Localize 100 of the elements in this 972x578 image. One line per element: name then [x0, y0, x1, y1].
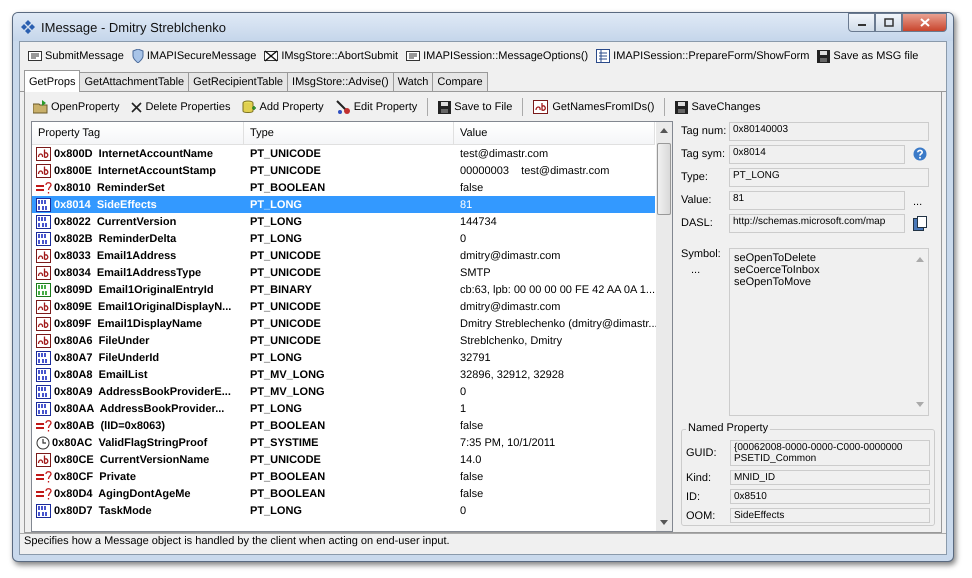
property-row[interactable]: 0x80AA AddressBookProvider... PT_LONG 1	[32, 400, 655, 417]
toolbar-button[interactable]: IMAPISession::MessageOptions()	[404, 48, 590, 64]
property-row[interactable]: 0x80A8 EmailList PT_MV_LONG 32896, 32912, 32928	[32, 366, 655, 383]
property-row[interactable]: 0x800D InternetAccountName PT_UNICODE test@dimastr.com	[32, 145, 655, 162]
property-row[interactable]: 0x809D Email1OriginalEntryId PT_BINARY cb:63, lpb: 00 00 00 00 FE 42 AA 0A 1...	[32, 281, 655, 298]
scrollbar[interactable]	[656, 122, 672, 531]
property-value: test@dimastr.com	[459, 148, 550, 160]
scrollbar-thumb[interactable]	[657, 143, 671, 215]
read-only-field[interactable]: SideEffects	[730, 508, 930, 523]
property-row[interactable]: 0x80CF Private PT_BOOLEAN false	[32, 468, 655, 485]
property-tag: 0x809E Email1OriginalDisplayN...	[54, 300, 232, 312]
scroll-up-icon[interactable]	[660, 128, 668, 133]
column-header[interactable]: Value	[454, 122, 655, 144]
property-row[interactable]: 0x809E Email1OriginalDisplayN... PT_UNICODE dmitry@dimastr.com	[32, 298, 655, 315]
column-header[interactable]: Property Tag	[32, 122, 244, 144]
binary-digits-icon	[36, 282, 52, 296]
toolbar-button[interactable]: Save to File	[436, 98, 514, 116]
toolbar-button[interactable]: IMAPISecureMessage	[130, 47, 258, 65]
binary-digits-icon	[36, 504, 52, 518]
property-tag: 0x80CF Private	[54, 470, 136, 482]
property-tag: 0x809D Email1OriginalEntryId	[54, 284, 214, 296]
property-row[interactable]: 0x80AC ValidFlagStringProof PT_SYSTIME 7:35 PM, 10/1/2011	[32, 434, 655, 451]
property-value: 81	[459, 198, 474, 210]
property-value: 00000003 test@dimastr.com	[459, 164, 610, 176]
property-tag: 0x8033 Email1Address	[54, 250, 176, 262]
property-row[interactable]: 0x8033 Email1Address PT_UNICODE dmitry@dimastr.com	[32, 247, 655, 264]
maximize-button[interactable]	[875, 13, 902, 32]
toolbar-button[interactable]: IMAPISession::PrepareForm/ShowForm	[594, 47, 812, 65]
property-row[interactable]: 0x80A7 FileUnderId PT_LONG 32791	[32, 349, 655, 366]
tab[interactable]: Compare	[432, 72, 488, 91]
field-label: Type:	[681, 171, 709, 183]
field-label: OOM:	[686, 510, 716, 522]
toolbar-button[interactable]: SaveChanges	[673, 98, 763, 116]
property-row[interactable]: 0x8010 ReminderSet PT_BOOLEAN false	[32, 179, 655, 196]
read-only-field[interactable]: MNID_ID	[730, 470, 930, 485]
toolbar-button[interactable]: IMsgStore::AbortSubmit	[262, 48, 400, 64]
read-only-field[interactable]: 0x8510	[730, 489, 930, 504]
property-tag: 0x8034 Email1AddressType	[54, 266, 202, 278]
property-value: false	[459, 488, 484, 500]
property-value: dmitry@dimastr.com	[459, 300, 562, 312]
toolbar-button[interactable]: Add Property	[240, 98, 326, 116]
more-button[interactable]: ...	[681, 264, 729, 276]
scroll-down-icon[interactable]	[660, 520, 668, 525]
property-type: PT_MV_LONG	[249, 386, 326, 398]
tab[interactable]: GetAttachmentTable	[79, 72, 190, 91]
tab[interactable]: IMsgStore::Advise()	[287, 72, 394, 91]
property-value: dmitry@dimastr.com	[459, 250, 562, 262]
symbol-text: seCoerceToInbox	[734, 264, 821, 276]
read-only-field[interactable]: http://schemas.microsoft.com/map	[729, 214, 905, 232]
toolbar-button[interactable]: GetNamesFromIDs()	[531, 98, 656, 116]
help-icon[interactable]	[913, 147, 927, 161]
toolbar-button[interactable]: SubmitMessage	[26, 48, 126, 64]
more-button[interactable]: ...	[913, 196, 922, 208]
read-only-field[interactable]: 0x80140003	[729, 122, 929, 140]
property-value: 144734	[459, 216, 498, 228]
toolbar-button[interactable]: Edit Property	[334, 98, 420, 116]
property-type: PT_UNICODE	[249, 266, 322, 278]
property-row[interactable]: 0x80D4 AgingDontAgeMe PT_BOOLEAN false	[32, 485, 655, 502]
close-button[interactable]	[902, 13, 947, 32]
field-label: Value:	[681, 194, 712, 206]
property-row[interactable]: 0x802B ReminderDelta PT_LONG 0	[32, 230, 655, 247]
property-value: Dmitry Streblechenko (dmitry@dimastr...	[459, 318, 658, 330]
column-header[interactable]: Type	[244, 122, 454, 144]
property-row[interactable]: 0x80D7 TaskMode PT_LONG 0	[32, 502, 655, 519]
ab-icon	[36, 146, 52, 160]
property-value: 0	[459, 232, 468, 244]
property-row[interactable]: 0x80CE CurrentVersionName PT_UNICODE 14.0	[32, 451, 655, 468]
window-title: IMessage - Dmitry Streblchenko	[41, 20, 227, 34]
toolbar-button[interactable]: Save as MSG file	[815, 48, 920, 64]
property-tag: 0x80D7 TaskMode	[54, 504, 152, 516]
read-only-field[interactable]: {00062008-0000-0000-C000-0000000 PSETID_Common	[730, 440, 930, 466]
read-only-field[interactable]: PT_LONG	[729, 168, 929, 186]
property-tag: 0x80A7 FileUnderId	[54, 352, 160, 364]
property-row[interactable]: 0x80A9 AddressBookProviderE... PT_MV_LONG 0	[32, 383, 655, 400]
toolbar-button[interactable]: Delete Properties	[129, 99, 232, 115]
property-type: PT_UNICODE	[249, 454, 322, 466]
message-icon	[406, 50, 420, 62]
binary-digits-icon	[36, 232, 52, 246]
read-only-field[interactable]: 81	[729, 190, 905, 210]
property-row[interactable]: 0x8034 Email1AddressType PT_UNICODE SMTP	[32, 264, 655, 281]
property-row[interactable]: 0x800E InternetAccountStamp PT_UNICODE 00000003 test@dimastr.com	[32, 162, 655, 179]
property-row[interactable]: 0x80AB (lID=0x8063) PT_BOOLEAN false	[32, 417, 655, 434]
read-only-field[interactable]: 0x8014	[729, 144, 905, 164]
minimize-button[interactable]	[848, 13, 875, 32]
tab[interactable]: Watch	[392, 72, 434, 91]
binary-digits-icon	[36, 214, 52, 228]
toolbar-button[interactable]: OpenProperty	[31, 98, 122, 116]
property-tag: 0x80A6 FileUnder	[54, 334, 150, 346]
property-row[interactable]: 0x8022 CurrentVersion PT_LONG 144734	[32, 213, 655, 230]
tab[interactable]: GetProps	[24, 70, 80, 92]
clipboard-icon[interactable]	[913, 216, 927, 230]
ab-icon	[36, 300, 52, 314]
property-value: 1	[459, 402, 468, 414]
property-row[interactable]: 0x80A6 FileUnder PT_UNICODE Streblchenko, Dmitry	[32, 332, 655, 349]
property-type: PT_LONG	[249, 216, 303, 228]
ab-icon	[533, 100, 550, 114]
property-type: PT_MV_LONG	[249, 368, 326, 380]
property-tag: 0x80A9 AddressBookProviderE...	[54, 386, 231, 398]
property-row[interactable]: 0x809F Email1DisplayName PT_UNICODE Dmitry Streblechenko (dmitry@dimastr...	[32, 315, 655, 332]
tab[interactable]: GetRecipientTable	[188, 72, 288, 91]
